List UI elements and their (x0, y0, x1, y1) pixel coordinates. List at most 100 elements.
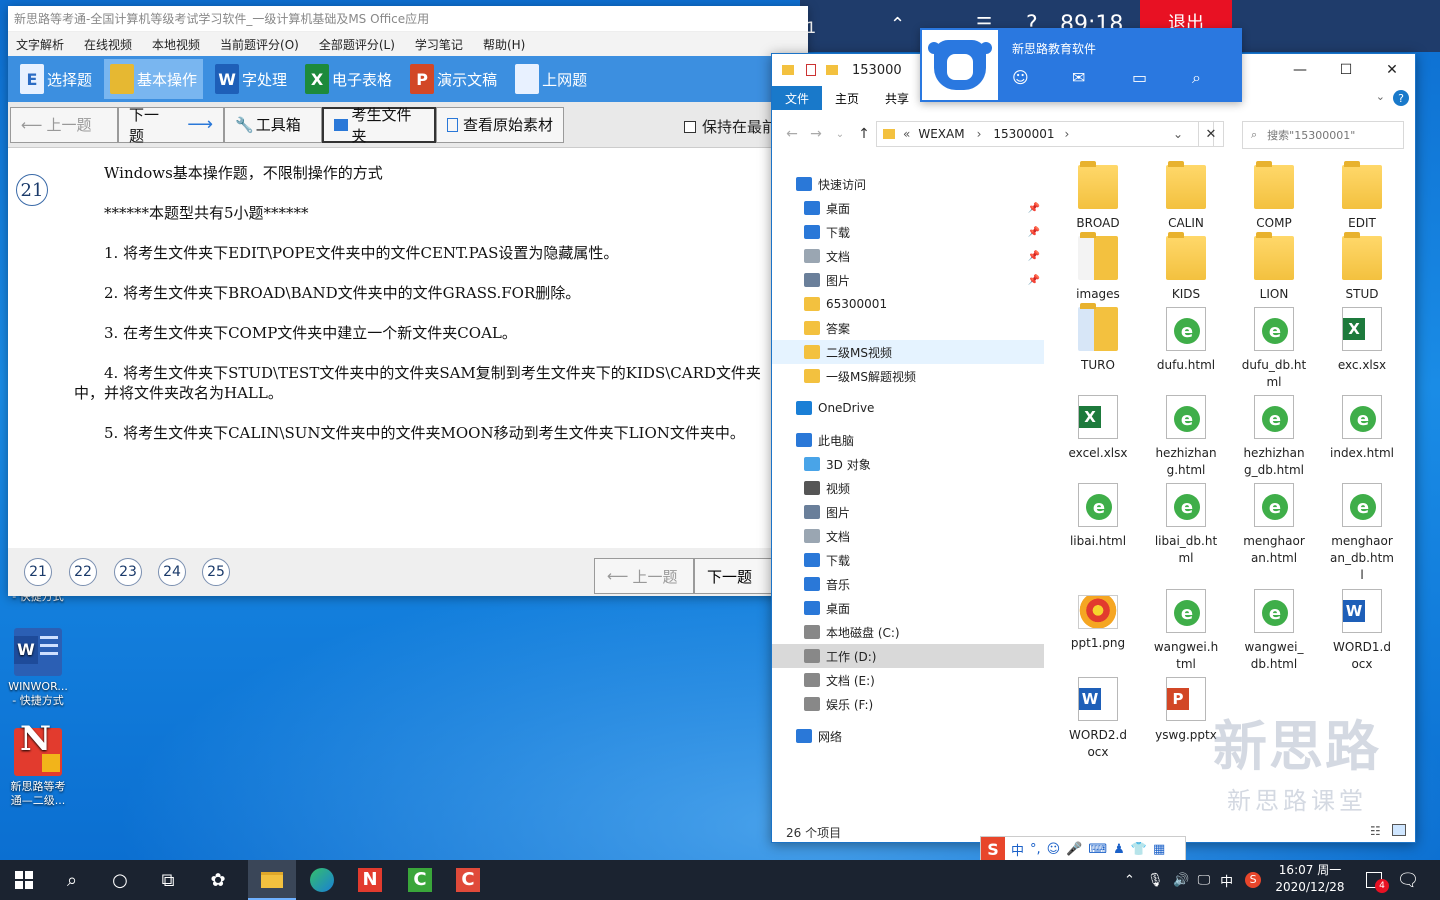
user-icon[interactable]: ♟ (1113, 842, 1125, 857)
nav-item[interactable]: 此电脑 (772, 428, 1044, 452)
pinwheel-app-icon[interactable]: ✿ (194, 860, 242, 900)
nav-item[interactable]: OneDrive (772, 396, 1044, 420)
file-item[interactable]: Xexc.xlsx (1320, 307, 1404, 374)
file-item[interactable]: libai_db.ht ml (1144, 483, 1228, 567)
pin-icon[interactable]: 📌 (1028, 275, 1040, 286)
cortana-icon[interactable]: ○ (96, 860, 144, 900)
menu-score-current[interactable]: 当前题评分(O) (220, 36, 299, 53)
clear-address-button[interactable]: ✕ (1198, 121, 1224, 147)
file-item[interactable]: STUD (1320, 232, 1404, 303)
nav-item[interactable]: 图片 📌 (772, 268, 1044, 292)
show-hidden-icons-icon[interactable]: ⌃ (1124, 873, 1135, 888)
view-source-button[interactable]: 查看原始素材 (436, 106, 564, 143)
nav-item[interactable]: 音乐 (772, 572, 1044, 596)
address-bar[interactable]: « WEXAM › 15300001 › ⌄ (876, 121, 1214, 147)
nav-item[interactable]: 下载 📌 (772, 220, 1044, 244)
nav-item[interactable]: 视频 (772, 476, 1044, 500)
edge-browser-icon[interactable] (298, 860, 346, 900)
properties-icon[interactable] (806, 64, 816, 76)
nav-item[interactable]: 工作 (D:) (772, 644, 1044, 668)
nav-item[interactable]: 二级MS视频 (772, 340, 1044, 364)
file-item[interactable]: COMP (1232, 161, 1316, 232)
nav-item[interactable]: 文档 📌 (772, 244, 1044, 268)
file-item[interactable]: dufu.html (1144, 307, 1228, 374)
pin-icon[interactable]: 📌 (1028, 203, 1040, 214)
pin-icon[interactable]: 📌 (1028, 251, 1040, 262)
sogou-logo-icon[interactable]: S (981, 837, 1005, 861)
skin-icon[interactable]: 👕 (1131, 842, 1147, 857)
recent-locations-icon[interactable]: ⌄ (828, 129, 852, 140)
keep-on-top-checkbox[interactable]: 保持在最前 (684, 116, 777, 137)
sogou-tray-icon[interactable]: S (1245, 872, 1262, 888)
file-item[interactable]: hezhizhan g_db.html (1232, 395, 1316, 479)
nav-item[interactable]: 文档 (E:) (772, 668, 1044, 692)
ime-mode[interactable]: 中 (1011, 840, 1024, 859)
file-item[interactable]: dufu_db.ht ml (1232, 307, 1316, 391)
details-view-icon[interactable]: ☷ (1370, 824, 1381, 838)
emoji-icon[interactable]: ☺ (1047, 842, 1061, 857)
search-icon[interactable]: ⌕ (1192, 68, 1252, 88)
file-item[interactable]: W WORD1.d ocx (1320, 589, 1404, 673)
file-item[interactable]: Xexcel.xlsx (1056, 395, 1140, 462)
nav-item[interactable]: 桌面 📌 (772, 196, 1044, 220)
keyboard-icon[interactable]: ⌨ (1088, 842, 1107, 857)
student-folder-button[interactable]: 考生文件夹 (322, 106, 436, 145)
page-button-24[interactable]: 24 (158, 558, 186, 586)
ribbon-expand-icon[interactable]: ⌄ (1376, 90, 1385, 103)
volume-icon[interactable]: 🔊 (1173, 873, 1189, 888)
microphone-icon[interactable]: 🎤 (1066, 842, 1082, 857)
toolbox-button[interactable]: 🔧 工具箱 (224, 106, 322, 143)
page-button-25[interactable]: 25 (202, 558, 230, 586)
pin-icon[interactable]: 📌 (1028, 227, 1040, 238)
red-app-taskbar-icon[interactable]: C (444, 860, 492, 900)
punctuation-icon[interactable]: °, (1030, 842, 1041, 857)
app-notification-popup[interactable]: 新思路教育软件 ☺ ✉ ▭ ⌕ (920, 28, 1242, 102)
chat-icon[interactable]: ☺ (1012, 68, 1072, 88)
ribbon-tab-file[interactable]: 文件 (772, 86, 823, 110)
desktop-shortcut-winword[interactable]: W WINWOR... - 快捷方式 (2, 628, 74, 708)
maximize-icon[interactable]: ☐ (1323, 54, 1369, 86)
ribbon-tab-home[interactable]: 主页 (822, 86, 872, 110)
file-item[interactable]: KIDS (1144, 232, 1228, 303)
ime-indicator[interactable]: 中 (1220, 871, 1233, 890)
breadcrumb-wexam[interactable]: WEXAM (918, 127, 964, 141)
new-folder-icon[interactable] (826, 65, 838, 75)
file-item[interactable]: wangwei.h tml (1144, 589, 1228, 673)
breadcrumb-overflow[interactable]: « (903, 127, 910, 141)
green-app-taskbar-icon[interactable]: C (396, 860, 444, 900)
menu-help[interactable]: 帮助(H) (483, 36, 525, 53)
file-item[interactable]: EDIT (1320, 161, 1404, 232)
search-icon[interactable]: ⌕ (48, 860, 96, 900)
page-button-22[interactable]: 22 (69, 558, 97, 586)
task-view-icon[interactable]: ⧉ (144, 860, 192, 900)
menu-score-all[interactable]: 全部题评分(L) (319, 36, 395, 53)
nav-item[interactable]: 一级MS解题视频 (772, 364, 1044, 388)
nav-item[interactable]: 答案 (772, 316, 1044, 340)
prev-question-button[interactable]: ⟵ 上一题 (10, 106, 118, 143)
file-item[interactable]: ppt1.png (1056, 589, 1140, 652)
file-item[interactable]: images (1056, 232, 1140, 303)
network-icon[interactable]: 🖵 (1198, 873, 1211, 888)
start-button[interactable] (0, 860, 48, 900)
search-box[interactable]: ⌕ 搜索"15300001" (1242, 121, 1404, 149)
file-item[interactable]: libai.html (1056, 483, 1140, 550)
action-center-icon[interactable]: 🗨 (1384, 860, 1432, 900)
collapse-icon[interactable]: ⌃ (890, 14, 905, 35)
desktop-shortcut-xinsilu[interactable]: N 新思路等考 通—二级... (2, 722, 74, 808)
large-icons-view-icon[interactable] (1392, 824, 1406, 836)
grid-menu-icon[interactable]: ▦ (1153, 842, 1165, 857)
file-explorer-taskbar-icon[interactable] (248, 860, 296, 900)
xinsilu-taskbar-icon[interactable]: N (346, 860, 394, 900)
calendar-icon[interactable]: ▭ (1132, 68, 1192, 88)
nav-item[interactable]: 图片 (772, 500, 1044, 524)
tab-spreadsheet[interactable]: X 电子表格 (299, 59, 398, 99)
forward-arrow-icon[interactable]: → (804, 126, 828, 142)
nav-item[interactable]: 3D 对象 (772, 452, 1044, 476)
tab-choice[interactable]: E 选择题 (14, 59, 98, 99)
file-item[interactable]: wangwei_ db.html (1232, 589, 1316, 673)
nav-item[interactable]: 网络 (772, 724, 1044, 748)
tab-presentation[interactable]: P 演示文稿 (404, 59, 503, 99)
file-item[interactable]: W WORD2.d ocx (1056, 677, 1140, 761)
minimize-icon[interactable]: — (1277, 54, 1323, 86)
nav-item[interactable]: 下载 (772, 548, 1044, 572)
